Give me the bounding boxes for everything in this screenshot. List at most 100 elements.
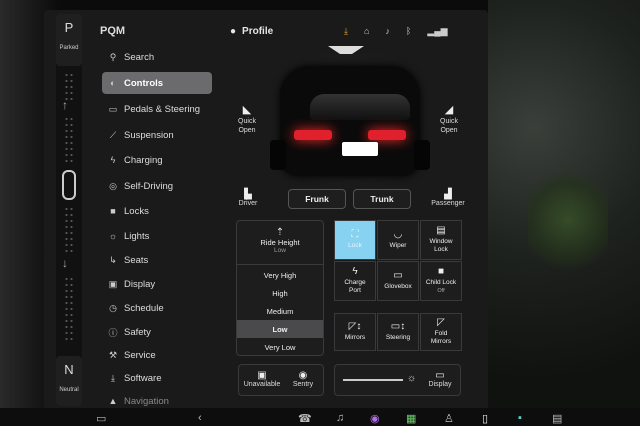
gear-park-label: Parked — [59, 45, 79, 51]
sidebar-item-suspension[interactable]: ⟋ Suspension — [102, 124, 212, 146]
quick-open-right-button[interactable]: ◢ Quick Open — [432, 104, 466, 135]
mirrors-tile[interactable]: ◸↕ Mirrors — [334, 313, 376, 351]
passenger-seat[interactable]: ▟ Passenger — [426, 190, 470, 208]
lock-tile[interactable]: ⛶ Lock — [334, 220, 376, 260]
window-lock-tile[interactable]: ▤ Window Lock — [420, 220, 462, 260]
wrench-icon: ⟋ — [109, 129, 117, 140]
dashcam-button[interactable]: ▣ Unavailable — [243, 371, 281, 389]
driver-seat[interactable]: ▙ Driver — [232, 190, 264, 208]
trunk-button[interactable]: Trunk — [353, 189, 411, 209]
charge-port-tile[interactable]: ϟ Charge Port — [334, 261, 376, 301]
sun-icon: ☼ — [407, 373, 417, 384]
sidebar-item-label: Schedule — [124, 302, 164, 314]
sidebar-item-charging[interactable]: ϟ Charging — [102, 149, 212, 171]
seat-icon: ▟ — [444, 189, 452, 200]
gear-selector[interactable]: P Parked ↑ ↓ N Neutral — [56, 14, 82, 406]
sidebar-item-display[interactable]: ▣ Display — [102, 273, 212, 295]
camera-icon[interactable]: ◉ — [370, 412, 380, 425]
display-brightness-panel: ☼ ▭ Display — [334, 364, 461, 396]
glovebox-tile[interactable]: ▭ Glovebox — [377, 261, 419, 301]
gear-park[interactable]: P Parked — [56, 14, 82, 66]
sidebar-item-label: Seats — [124, 254, 149, 266]
child-lock-tile[interactable]: ■ Child Lock Off — [420, 261, 462, 301]
sentry-button[interactable]: ◉ Sentry — [285, 371, 321, 389]
sidebar-item-label: Safety — [124, 326, 151, 338]
sidebar-item-locks[interactable]: ■ Locks — [102, 200, 212, 222]
door-open-icon: ◢ — [444, 104, 454, 116]
app-dock: ▭ ‹ ☎ ♫ ◉ ▦ ♙ ▯ ▪ ▤ — [0, 408, 640, 426]
steering-tile[interactable]: ▭↕ Steering — [377, 313, 419, 351]
arrow-up-icon: ↑ — [62, 98, 68, 112]
wiper-label: Wiper — [389, 241, 407, 249]
mirrors-label: Mirrors — [344, 333, 366, 341]
bell-icon[interactable]: ♪ — [385, 26, 390, 37]
chevron-left-icon[interactable]: ‹ — [198, 412, 202, 424]
child-lock-label: Child Lock — [425, 278, 457, 286]
ride-option-very-high[interactable]: Very High — [237, 266, 323, 284]
display-icon: ▣ — [108, 278, 118, 289]
display-button[interactable]: ▭ Display — [423, 371, 457, 389]
calendar-icon[interactable]: ▯ — [482, 412, 488, 425]
dashcam-icon: ▣ — [257, 370, 267, 381]
driver-label: Driver — [238, 200, 258, 207]
home-icon[interactable]: ⌂ — [364, 26, 369, 37]
sidebar-item-search[interactable]: ⚲ Search — [102, 46, 212, 68]
window-lock-icon: ▤ — [436, 224, 446, 236]
fold-mirrors-tile[interactable]: ◸ Fold Mirrors — [420, 313, 462, 351]
sidebar-item-software[interactable]: ⤓ Software — [102, 367, 212, 389]
sidebar-item-controls[interactable]: ◐ Controls — [102, 72, 212, 94]
phone-icon[interactable]: ☎ — [298, 412, 312, 425]
fold-mirrors-label: Fold Mirrors — [430, 329, 452, 345]
toybox-icon[interactable]: ▪ — [518, 412, 522, 424]
sidebar-item-label: Navigation — [124, 395, 169, 407]
music-icon[interactable]: ♫ — [336, 412, 344, 424]
notes-icon[interactable]: ▤ — [552, 412, 562, 425]
brightness-slider[interactable] — [343, 365, 405, 395]
vehicle-render — [270, 44, 430, 194]
download-icon[interactable]: ⤓ — [344, 26, 348, 37]
sidebar-item-seats[interactable]: ↳ Seats — [102, 249, 212, 271]
ride-option-medium[interactable]: Medium — [237, 302, 323, 320]
car-name: PQM — [100, 25, 126, 37]
joystick-icon[interactable]: ♙ — [444, 412, 454, 425]
ride-option-low[interactable]: Low — [237, 320, 323, 338]
car-icon[interactable]: ▭ — [96, 412, 106, 425]
sidebar-item-pedals-steering[interactable]: ▭ Pedals & Steering — [102, 98, 212, 120]
ride-option-very-low[interactable]: Very Low — [237, 338, 323, 356]
sentry-label: Sentry — [292, 381, 314, 388]
sidebar-item-schedule[interactable]: ◷ Schedule — [102, 297, 212, 319]
frunk-button[interactable]: Frunk — [288, 189, 346, 209]
toggle-icon: ◐ — [110, 78, 116, 88]
steering-label: Steering — [385, 333, 411, 341]
dashcam-sentry-panel: ▣ Unavailable ◉ Sentry — [238, 364, 324, 396]
glovebox-label: Glovebox — [384, 282, 412, 290]
child-lock-state: Off — [437, 287, 445, 294]
sun-icon: ☼ — [108, 231, 118, 241]
bluetooth-icon[interactable]: ᛒ — [406, 26, 411, 37]
quick-open-label: Quick Open — [238, 118, 256, 134]
sidebar-item-navigation[interactable]: ▲ Navigation — [102, 390, 212, 410]
sidebar-item-lights[interactable]: ☼ Lights — [102, 225, 212, 247]
quick-open-left-button[interactable]: ◣ Quick Open — [230, 105, 264, 135]
profile-button[interactable]: ● Profile — [230, 26, 273, 37]
ride-option-high[interactable]: High — [237, 284, 323, 302]
gear-dots — [64, 276, 74, 344]
sidebar-item-label: Locks — [124, 205, 149, 217]
apps-icon[interactable]: ▦ — [406, 412, 416, 425]
taillight — [368, 130, 406, 140]
wiper-tile[interactable]: ◡ Wiper — [377, 220, 419, 260]
window-view — [488, 0, 640, 426]
bolt-icon: ϟ — [352, 265, 358, 277]
steering-adjust-icon: ▭↕ — [390, 320, 406, 332]
sidebar-item-label: Lights — [124, 230, 150, 242]
quick-open-label: Quick Open — [440, 118, 458, 134]
profile-label: Profile — [242, 26, 274, 37]
touchscreen: P Parked ↑ ↓ N Neutral PQM ⚲ Search ◐ Co… — [44, 10, 488, 410]
sidebar-item-service[interactable]: ⚒ Service — [102, 344, 212, 366]
sidebar-item-safety[interactable]: ⓘ Safety — [102, 321, 212, 343]
taillight — [294, 130, 332, 140]
sidebar-item-self-driving[interactable]: ◎ Self-Driving — [102, 175, 212, 197]
gear-neutral[interactable]: N Neutral — [56, 356, 82, 406]
wrench-icon: ⚒ — [108, 349, 118, 360]
ride-height-title: Ride Height — [260, 238, 300, 247]
